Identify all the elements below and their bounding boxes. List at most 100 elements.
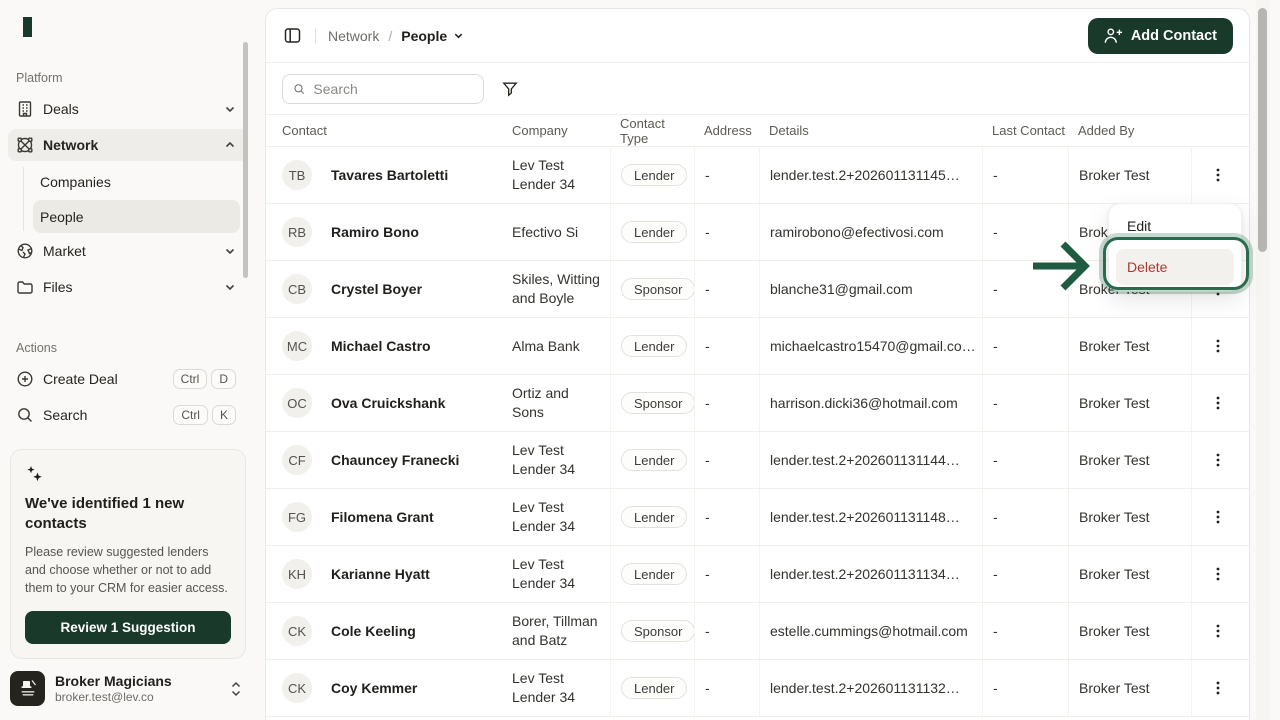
contact-type-cell: Sponsor — [610, 375, 694, 431]
last-contact-cell: - — [982, 432, 1068, 488]
avatar: CK — [282, 673, 312, 703]
last-contact-cell: - — [982, 261, 1068, 317]
sidebar-item-network[interactable]: Network — [8, 129, 248, 161]
sidebar-item-create-deal[interactable]: Create Deal Ctrl D — [8, 363, 248, 395]
contact-name: Michael Castro — [331, 338, 431, 354]
sidebar-item-label: Network — [43, 137, 98, 153]
address-cell: - — [694, 489, 759, 545]
sidebar-item-label: People — [40, 209, 84, 225]
details-cell: michaelcastro15470@gmail.co… — [759, 318, 982, 374]
table-row[interactable]: MC Michael Castro Alma Bank Lender - mic… — [266, 318, 1249, 375]
row-actions-cell — [1191, 603, 1233, 659]
breadcrumb-people-dropdown[interactable]: People — [401, 28, 464, 44]
contact-type-badge: Sponsor — [621, 620, 694, 642]
sidebar-item-people[interactable]: People — [33, 200, 240, 233]
network-subnav: Companies People — [33, 165, 240, 233]
added-by-cell: Broker Test — [1068, 546, 1191, 602]
added-by-cell: Broker Test — [1068, 660, 1191, 716]
company-cell: Alma Bank — [512, 318, 610, 374]
table-row[interactable]: KH Karianne Hyatt Lev Test Lender 34 Len… — [266, 546, 1249, 603]
breadcrumb-network[interactable]: Network — [328, 28, 379, 44]
search-box[interactable] — [282, 74, 484, 104]
details-cell: lender.test.2+202601131148… — [759, 489, 982, 545]
row-actions-cell — [1191, 147, 1233, 203]
avatar: MC — [282, 331, 312, 361]
contact-type-badge: Sponsor — [621, 278, 694, 300]
company-cell: Skiles, Witting and Boyle — [512, 261, 610, 317]
row-context-menu: Edit Delete — [1108, 203, 1242, 292]
contact-type-cell: Lender — [610, 318, 694, 374]
row-menu-button[interactable] — [1207, 448, 1229, 472]
contact-name: Filomena Grant — [331, 509, 434, 525]
menu-item-delete[interactable]: Delete — [1116, 249, 1234, 285]
address-cell: - — [694, 603, 759, 659]
menu-item-edit[interactable]: Edit — [1116, 210, 1234, 242]
kebab-icon — [1211, 452, 1225, 468]
table-row[interactable]: RB Ramiro Bono Efectivo Si Lender - rami… — [266, 204, 1249, 261]
avatar: CF — [282, 445, 312, 475]
contact-type-cell: Lender — [610, 489, 694, 545]
add-contact-button[interactable]: Add Contact — [1088, 18, 1233, 54]
row-menu-button[interactable] — [1207, 619, 1229, 643]
platform-section-label: Platform — [0, 71, 256, 85]
contact-name: Chauncey Franecki — [331, 452, 459, 468]
added-by-cell: Broker Test — [1068, 318, 1191, 374]
filter-button[interactable] — [498, 77, 522, 101]
suggestion-body: Please review suggested lenders and choo… — [25, 543, 231, 597]
sidebar-item-label: Files — [43, 279, 73, 295]
sidebar-item-files[interactable]: Files — [8, 271, 248, 303]
row-menu-button[interactable] — [1207, 334, 1229, 358]
contact-type-cell: Sponsor — [610, 603, 694, 659]
row-menu-button[interactable] — [1207, 676, 1229, 700]
sidebar-scrollbar-thumb[interactable] — [243, 42, 248, 278]
details-cell: ramirobono@efectivosi.com — [759, 204, 982, 260]
sidebar-item-companies[interactable]: Companies — [33, 165, 240, 198]
table-row[interactable]: OC Ova Cruickshank Ortiz and Sons Sponso… — [266, 375, 1249, 432]
company-cell: Ortiz and Sons — [512, 375, 610, 431]
row-menu-button[interactable] — [1207, 562, 1229, 586]
table-row[interactable]: CB Crystel Boyer Skiles, Witting and Boy… — [266, 261, 1249, 318]
search-input[interactable] — [313, 81, 473, 97]
contact-type-badge: Lender — [621, 563, 687, 585]
row-menu-button[interactable] — [1207, 163, 1229, 187]
contact-type-cell: Lender — [610, 546, 694, 602]
table-row[interactable]: CK Coy Kemmer Lev Test Lender 34 Lender … — [266, 660, 1249, 717]
added-by-cell: Broker Test — [1068, 147, 1191, 203]
last-contact-cell: - — [982, 375, 1068, 431]
kbd-ctrl: Ctrl — [173, 405, 208, 425]
sidebar-toggle-button[interactable] — [282, 25, 303, 46]
contact-cell: FG Filomena Grant — [282, 489, 512, 545]
kebab-icon — [1211, 167, 1225, 183]
building-icon — [16, 100, 34, 118]
sidebar-item-deals[interactable]: Deals — [8, 93, 248, 125]
avatar: FG — [282, 502, 312, 532]
contact-type-cell: Lender — [610, 147, 694, 203]
contact-name: Coy Kemmer — [331, 680, 417, 696]
breadcrumb-separator: / — [388, 28, 392, 44]
table-row[interactable]: CF Chauncey Franecki Lev Test Lender 34 … — [266, 432, 1249, 489]
shortcut-keys: Ctrl D — [173, 369, 236, 389]
row-menu-button[interactable] — [1207, 505, 1229, 529]
page-scrollbar-thumb[interactable] — [1258, 8, 1267, 252]
sidebar-item-label: Deals — [43, 101, 79, 117]
sidebar-item-search[interactable]: Search Ctrl K — [8, 399, 248, 431]
contact-type-cell: Sponsor — [610, 261, 694, 317]
details-cell: lender.test.2+202601131144… — [759, 432, 982, 488]
workspace-switcher[interactable]: Broker Magicians broker.test@lev.co — [0, 659, 256, 720]
avatar: OC — [282, 388, 312, 418]
search-icon — [16, 406, 34, 424]
platform-nav: Deals Network Companies People Market Fi… — [0, 93, 256, 307]
row-menu-button[interactable] — [1207, 391, 1229, 415]
table-row[interactable]: FG Filomena Grant Lev Test Lender 34 Len… — [266, 489, 1249, 546]
table-row[interactable]: CK Cole Keeling Borer, Tillman and Batz … — [266, 603, 1249, 660]
avatar: KH — [282, 559, 312, 589]
table-row[interactable]: TB Tavares Bartoletti Lev Test Lender 34… — [266, 147, 1249, 204]
review-suggestion-button[interactable]: Review 1 Suggestion — [25, 611, 231, 644]
details-cell: blanche31@gmail.com — [759, 261, 982, 317]
kebab-icon — [1211, 680, 1225, 696]
contact-type-badge: Sponsor — [621, 392, 694, 414]
company-cell: Lev Test Lender 34 — [512, 432, 610, 488]
sidebar-item-market[interactable]: Market — [8, 235, 248, 267]
details-cell: lender.test.2+202601131134… — [759, 546, 982, 602]
contact-cell: MC Michael Castro — [282, 318, 512, 374]
